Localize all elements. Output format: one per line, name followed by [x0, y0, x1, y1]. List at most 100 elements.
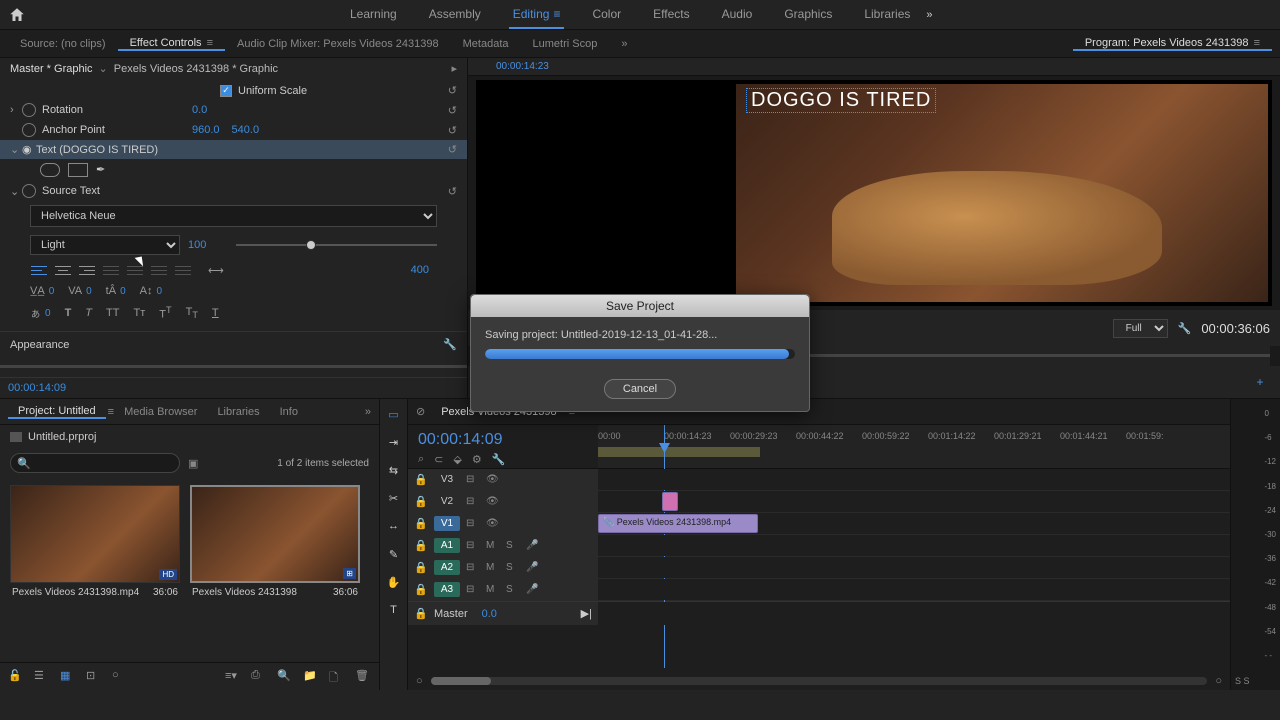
reset-icon[interactable]: ↺ [448, 143, 457, 156]
video-clip[interactable]: 📎 Pexels Videos 2431398.mp4 [598, 514, 758, 533]
selection-tool-icon[interactable]: ▭ [385, 405, 403, 423]
reset-icon[interactable]: ↺ [448, 185, 457, 198]
freeform-view-icon[interactable]: ⊡ [86, 669, 102, 685]
timeline-ruler[interactable]: 00:0000:00:14:2300:00:29:2300:00:44:2200… [598, 425, 1230, 468]
lock-icon[interactable]: 🔒 [414, 517, 428, 530]
ellipse-mask-icon[interactable] [40, 163, 60, 177]
twirl-icon[interactable]: ⌄ [10, 185, 22, 198]
tab-audio-mixer[interactable]: Audio Clip Mixer: Pexels Videos 2431398 [225, 38, 451, 50]
workspace-menu-icon[interactable]: ≡ [553, 7, 560, 21]
faux-italic-icon[interactable]: T [85, 307, 92, 319]
scroll-right-icon[interactable]: ○ [1215, 675, 1222, 687]
workspace-editing[interactable]: Editing≡ [509, 1, 565, 29]
track-label[interactable]: A2 [434, 560, 460, 575]
hand-tool-icon[interactable]: ✋ [385, 573, 403, 591]
anchor-x[interactable]: 960.0 [192, 124, 220, 136]
settings-icon[interactable]: ⚙ [472, 453, 482, 466]
track-label[interactable]: V1 [434, 516, 460, 531]
master-value[interactable]: 0.0 [482, 608, 497, 620]
subscript-icon[interactable]: TT [186, 306, 198, 320]
graphic-clip[interactable] [662, 492, 678, 511]
bin-thumbnail[interactable]: HD [10, 485, 180, 583]
small-caps-icon[interactable]: Tᴛ [133, 307, 145, 319]
tab-lumetri[interactable]: Lumetri Scop [521, 38, 610, 50]
track-label[interactable]: V3 [434, 472, 460, 487]
track-label[interactable]: V2 [434, 494, 460, 509]
track-label[interactable]: A3 [434, 582, 460, 597]
align-right-icon[interactable] [78, 263, 96, 277]
auto-sequence-icon[interactable]: ⎙ [251, 669, 267, 685]
tab-project[interactable]: Project: Untitled [8, 405, 106, 419]
baseline-icon[interactable]: A↕ [140, 285, 153, 297]
align-justify-last-left-icon[interactable] [102, 263, 120, 277]
tab-effect-controls[interactable]: Effect Controls ≡ [118, 37, 225, 51]
sync-lock-icon[interactable]: ⊟ [466, 474, 480, 485]
faux-bold-icon[interactable]: T [65, 307, 72, 319]
list-view-icon[interactable]: ☰ [34, 669, 50, 685]
bin-item[interactable]: HD Pexels Videos 2431398.mp436:06 [10, 485, 180, 654]
tab-metadata[interactable]: Metadata [451, 38, 521, 50]
pen-mask-icon[interactable]: ✒ [96, 163, 105, 177]
rect-mask-icon[interactable] [68, 163, 88, 177]
slip-tool-icon[interactable]: ↔ [385, 517, 403, 535]
tab-info[interactable]: Info [270, 406, 308, 418]
bin-item[interactable]: ⊞ Pexels Videos 243139836:06 [190, 485, 360, 654]
ripple-tool-icon[interactable]: ⇆ [385, 461, 403, 479]
track-label[interactable]: A1 [434, 538, 460, 553]
zoom-slider-icon[interactable]: ○ [112, 669, 128, 685]
effect-scrubber[interactable] [0, 357, 467, 377]
wrench-icon[interactable]: 🔧 [443, 338, 457, 351]
go-to-next-icon[interactable]: ▶| [581, 607, 592, 620]
workspace-color[interactable]: Color [588, 1, 625, 29]
effect-timecode[interactable]: 00:00:14:09 [0, 377, 467, 398]
snap-icon[interactable]: ⌕ [418, 453, 424, 466]
button-editor-icon[interactable]: + [1250, 372, 1270, 392]
cancel-button[interactable]: Cancel [604, 379, 676, 399]
breadcrumb-master[interactable]: Master * Graphic [10, 63, 93, 75]
align-left-icon[interactable] [30, 263, 48, 277]
font-family-select[interactable]: Helvetica Neue [30, 205, 437, 227]
align-justify-last-right-icon[interactable] [150, 263, 168, 277]
tsume-icon[interactable]: ぁ [30, 305, 41, 321]
workspace-libraries[interactable]: Libraries [860, 1, 914, 29]
tab-overflow-icon[interactable]: » [609, 38, 639, 50]
workspace-effects[interactable]: Effects [649, 1, 693, 29]
tab-overflow-icon[interactable]: » [365, 406, 371, 418]
workspace-audio[interactable]: Audio [718, 1, 757, 29]
fx-eye-icon[interactable]: ◉ [22, 143, 36, 156]
eye-icon[interactable]: 👁 [486, 474, 500, 485]
reset-icon[interactable]: ↺ [448, 124, 457, 137]
mini-timeline[interactable]: 00:00:14:23 [468, 58, 1280, 76]
anchor-y[interactable]: 540.0 [232, 124, 260, 136]
appearance-section[interactable]: Appearance 🔧 [0, 331, 467, 357]
horizontal-scrollbar[interactable] [431, 677, 1208, 685]
workspace-learning[interactable]: Learning [346, 1, 401, 29]
tab-program[interactable]: Program: Pexels Videos 2431398 ≡ [1073, 37, 1272, 51]
new-item-icon[interactable]: 🗋 [329, 669, 345, 685]
find-icon[interactable]: 🔍 [277, 669, 293, 685]
new-bin-icon[interactable]: 📁 [303, 669, 319, 685]
workspace-graphics[interactable]: Graphics [780, 1, 836, 29]
meter-solo-buttons[interactable]: S S [1235, 676, 1250, 686]
lock-icon[interactable]: 🔒 [414, 495, 428, 508]
stopwatch-icon[interactable] [22, 123, 36, 137]
font-size-value[interactable]: 100 [188, 239, 228, 251]
tab-libraries[interactable]: Libraries [207, 406, 269, 418]
workspace-overflow-icon[interactable]: » [926, 9, 932, 21]
home-icon[interactable] [8, 6, 26, 24]
track-select-tool-icon[interactable]: ⇥ [385, 433, 403, 451]
lock-icon[interactable]: 🔒 [414, 473, 428, 486]
razor-tool-icon[interactable]: ✂ [385, 489, 403, 507]
resolution-select[interactable]: Full [1113, 319, 1168, 338]
twirl-icon[interactable]: ⌄ [10, 143, 22, 156]
text-overlay[interactable]: DOGGO IS TIRED [746, 88, 936, 113]
tracking-value[interactable]: 400 [411, 264, 429, 276]
all-caps-icon[interactable]: TT [106, 307, 119, 319]
delete-icon[interactable]: 🗑 [355, 669, 371, 685]
bin-thumbnail[interactable]: ⊞ [190, 485, 360, 583]
font-size-slider[interactable] [236, 244, 437, 246]
font-weight-select[interactable]: Light [30, 235, 180, 255]
stopwatch-icon[interactable] [22, 103, 36, 117]
kerning-icon[interactable]: V̲A̲ [30, 285, 45, 297]
twirl-icon[interactable]: › [10, 104, 22, 116]
